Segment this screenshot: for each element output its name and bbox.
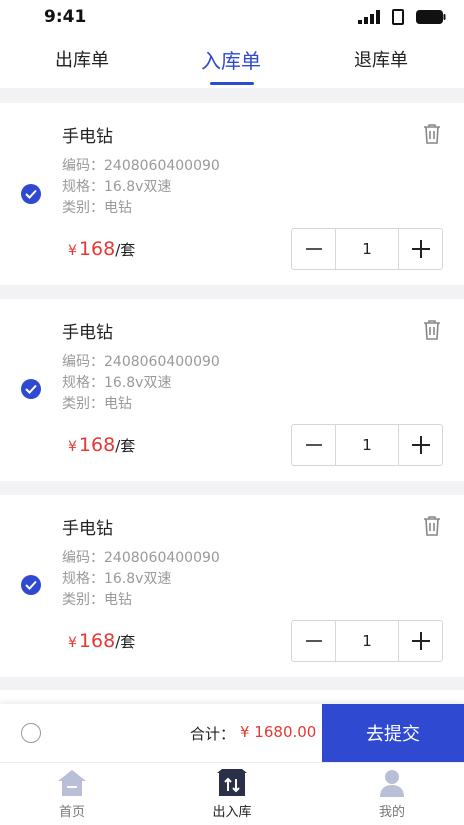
- quantity-value[interactable]: 1: [335, 229, 399, 269]
- status-bar: 9:41: [0, 0, 464, 36]
- decrement-button[interactable]: [292, 621, 335, 661]
- product-category: 类别：电钻: [62, 396, 132, 412]
- home-icon: [58, 770, 86, 796]
- product-price: ¥ 168 /套: [68, 630, 135, 652]
- total-label: 合计：: [190, 725, 236, 743]
- item-checkbox[interactable]: [21, 379, 41, 399]
- trash-icon[interactable]: [422, 123, 442, 145]
- increment-button[interactable]: [399, 621, 442, 661]
- status-time: 9:41: [44, 7, 87, 27]
- nav-label-home: 首页: [58, 805, 85, 820]
- minus-icon: [305, 640, 322, 642]
- product-category: 类别：电钻: [62, 200, 132, 216]
- bottom-nav: 首页 出入库 我的: [0, 762, 464, 825]
- price-amount: 168: [78, 238, 116, 260]
- product-card: 手电钻 编码：2408060400090 规格：16.8v双速 类别：电钻 ¥ …: [0, 299, 464, 481]
- nav-label-inventory: 出入库: [212, 805, 252, 820]
- product-spec: 规格：16.8v双速: [62, 179, 172, 195]
- tab-return[interactable]: 退库单: [354, 46, 408, 72]
- decrement-button[interactable]: [292, 229, 335, 269]
- tab-active-indicator: [210, 82, 254, 85]
- nav-item-profile[interactable]: 我的: [352, 769, 432, 820]
- submit-button[interactable]: 去提交: [322, 704, 464, 762]
- product-category: 类别：电钻: [62, 592, 132, 608]
- plus-icon: [411, 436, 430, 454]
- status-icons: [358, 9, 446, 25]
- price-currency: ¥: [68, 635, 77, 651]
- price-unit: /套: [115, 241, 136, 259]
- checkmark-icon: [25, 189, 37, 199]
- increment-button[interactable]: [399, 425, 442, 465]
- quantity-stepper: 1: [291, 424, 443, 466]
- trash-icon[interactable]: [422, 319, 442, 341]
- product-card: 手电钻 编码：2408060400090 规格：16.8v双速 类别：电钻 ¥ …: [0, 103, 464, 285]
- item-checkbox[interactable]: [21, 575, 41, 595]
- tab-bar: 出库单 入库单 退库单: [0, 36, 464, 88]
- price-amount: 168: [78, 434, 116, 456]
- product-spec: 规格：16.8v双速: [62, 571, 172, 587]
- select-all-checkbox[interactable]: [21, 723, 41, 743]
- nav-label-profile: 我的: [378, 805, 405, 820]
- product-price: ¥ 168 /套: [68, 238, 135, 260]
- product-code: 编码：2408060400090: [62, 354, 220, 370]
- quantity-value[interactable]: 1: [335, 425, 399, 465]
- quantity-stepper: 1: [291, 620, 443, 662]
- price-currency: ¥: [68, 439, 77, 455]
- minus-icon: [305, 444, 322, 446]
- minus-icon: [305, 248, 322, 250]
- product-name: 手电钻: [62, 127, 113, 147]
- item-checkbox[interactable]: [21, 184, 41, 204]
- product-spec: 规格：16.8v双速: [62, 375, 172, 391]
- user-icon: [380, 770, 404, 797]
- product-card: 手电钻 编码：2408060400090 规格：16.8v双速 类别：电钻 ¥ …: [0, 495, 464, 677]
- checkout-bar: 合计： ¥ 1680.00 去提交: [0, 704, 464, 762]
- product-code: 编码：2408060400090: [62, 550, 220, 566]
- quantity-value[interactable]: 1: [335, 621, 399, 661]
- nav-item-home[interactable]: 首页: [32, 769, 112, 820]
- tab-inbound[interactable]: 入库单: [201, 45, 261, 74]
- price-unit: /套: [115, 633, 136, 651]
- price-amount: 168: [78, 630, 116, 652]
- signal-icon: [358, 10, 380, 24]
- quantity-stepper: 1: [291, 228, 443, 270]
- warehouse-icon: [217, 769, 247, 796]
- decrement-button[interactable]: [292, 425, 335, 465]
- tab-outbound[interactable]: 出库单: [55, 46, 109, 72]
- price-currency: ¥: [68, 243, 77, 259]
- total-value: ¥ 1680.00: [240, 723, 317, 741]
- product-name: 手电钻: [62, 323, 113, 343]
- increment-button[interactable]: [399, 229, 442, 269]
- price-unit: /套: [115, 437, 136, 455]
- product-name: 手电钻: [62, 519, 113, 539]
- wifi-icon: [392, 9, 404, 25]
- trash-icon[interactable]: [422, 515, 442, 537]
- product-code: 编码：2408060400090: [62, 158, 220, 174]
- product-price: ¥ 168 /套: [68, 434, 135, 456]
- plus-icon: [411, 632, 430, 650]
- nav-item-inventory[interactable]: 出入库: [192, 769, 272, 820]
- battery-icon: [416, 10, 446, 24]
- plus-icon: [411, 240, 430, 258]
- checkmark-icon: [25, 384, 37, 394]
- checkmark-icon: [25, 580, 37, 590]
